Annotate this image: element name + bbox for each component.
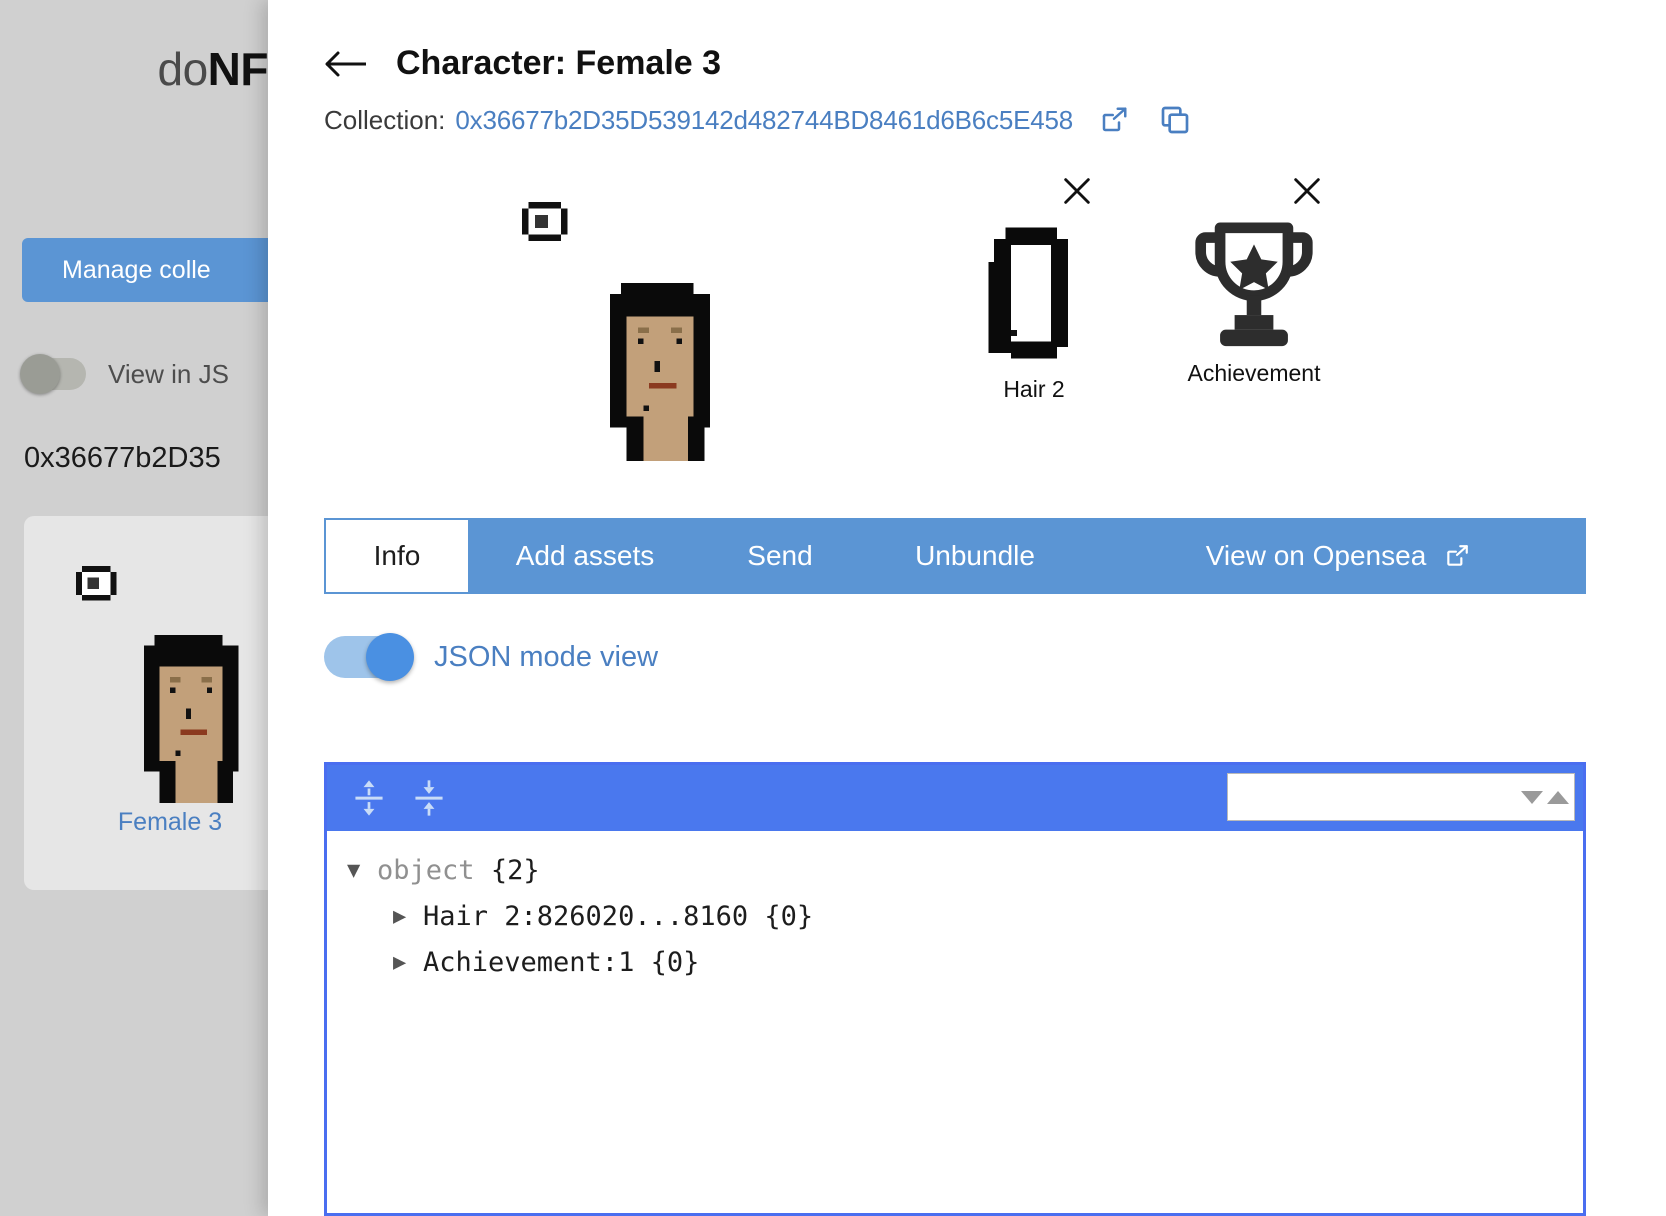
expand-caret-icon[interactable]: ▶ [393, 904, 423, 929]
json-key: Achievement:1 [423, 946, 635, 978]
expand-caret-icon[interactable]: ▼ [347, 858, 377, 883]
tab-bar: Info Add assets Send Unbundle View on Op… [324, 518, 1586, 594]
json-search-nav [1521, 790, 1569, 804]
json-mode-label: JSON mode view [434, 640, 659, 673]
tab-send[interactable]: Send [700, 518, 860, 594]
trophy-icon [1195, 222, 1313, 347]
close-icon [1064, 178, 1090, 204]
wallet-address-text: 0x36677b2D35 [24, 442, 221, 474]
json-viewer-toolbar [327, 765, 1583, 831]
expand-all-button[interactable] [347, 776, 391, 820]
json-tree: ▼ object {2} ▶ Hair 2:826020...8160 {0} … [327, 831, 1583, 985]
character-detail-modal: Character: Female 3 Collection: 0x36677b… [268, 0, 1666, 1216]
modal-header: Character: Female 3 [324, 44, 721, 83]
page-title: Character: Female 3 [396, 44, 722, 82]
tab-add-assets[interactable]: Add assets [470, 518, 700, 594]
character-image [610, 283, 710, 461]
collection-label: Collection: [324, 104, 446, 135]
json-mode-row: JSON mode view [324, 633, 659, 681]
json-key: Hair 2:826020...8160 [423, 900, 749, 932]
logo-text-do: do [157, 43, 209, 95]
tab-view-on-opensea[interactable]: View on Opensea [1090, 518, 1586, 594]
external-link-icon [1447, 545, 1469, 566]
background-page: doNF Manage colle View in JS 0x36677b2D3… [0, 0, 268, 1216]
copy-icon[interactable] [1159, 104, 1191, 136]
view-in-json-toggle-row: View in JS [20, 354, 229, 394]
remove-hair-2-button[interactable] [1060, 174, 1094, 208]
app-root: doNF Manage colle View in JS 0x36677b2D3… [0, 0, 1666, 1216]
expand-all-icon [355, 780, 383, 816]
json-tree-row[interactable]: ▶ Achievement:1 {0} [347, 939, 1583, 985]
json-search-box[interactable] [1227, 773, 1575, 821]
hair-pixel-art [988, 227, 1069, 359]
mini-badge-icon [522, 202, 568, 241]
json-count: {0} [650, 946, 700, 978]
json-tree-row[interactable]: ▶ Hair 2:826020...8160 {0} [347, 893, 1583, 939]
close-icon [1294, 178, 1320, 204]
collection-row: Collection: 0x36677b2D35D539142d482744BD… [324, 104, 1191, 136]
tab-label: View on Opensea [1205, 540, 1427, 571]
search-next-button[interactable] [1521, 790, 1543, 804]
json-viewer: ▼ object {2} ▶ Hair 2:826020...8160 {0} … [324, 762, 1586, 1216]
expand-caret-icon[interactable]: ▶ [393, 950, 423, 975]
collection-card[interactable]: Female 3 [24, 516, 268, 890]
tab-info[interactable]: Info [324, 518, 470, 594]
search-prev-button[interactable] [1547, 790, 1569, 804]
toggle-knob [366, 633, 414, 681]
tab-unbundle[interactable]: Unbundle [860, 518, 1090, 594]
logo-text-nf: NF [207, 43, 268, 95]
asset-caption: Achievement [1187, 360, 1321, 386]
mini-badge-icon [76, 566, 117, 601]
collapse-all-icon [415, 780, 443, 816]
app-logo: doNF [0, 42, 269, 96]
manage-collection-button[interactable]: Manage colle [22, 238, 268, 302]
assets-strip: Hair 2 Achievement [324, 160, 1614, 490]
toggle-knob [20, 354, 60, 394]
character-thumbnail [143, 635, 239, 803]
json-count: {2} [490, 854, 540, 886]
remove-achievement-button[interactable] [1290, 174, 1324, 208]
json-mode-toggle[interactable] [324, 633, 414, 681]
collapse-all-button[interactable] [407, 776, 451, 820]
external-link-icon[interactable] [1099, 105, 1129, 135]
json-key: object [377, 854, 475, 886]
view-in-json-label: View in JS [108, 358, 229, 389]
json-search-input[interactable] [1246, 777, 1515, 817]
collection-address-link[interactable]: 0x36677b2D35D539142d482744BD8461d6B6c5E4… [455, 105, 1073, 136]
back-arrow-icon[interactable] [324, 48, 368, 80]
collection-card-label: Female 3 [117, 808, 223, 836]
json-count: {0} [764, 900, 814, 932]
json-tree-row[interactable]: ▼ object {2} [347, 847, 1583, 893]
view-in-json-toggle[interactable] [20, 354, 86, 394]
asset-achievement[interactable]: Achievement [1124, 160, 1384, 387]
